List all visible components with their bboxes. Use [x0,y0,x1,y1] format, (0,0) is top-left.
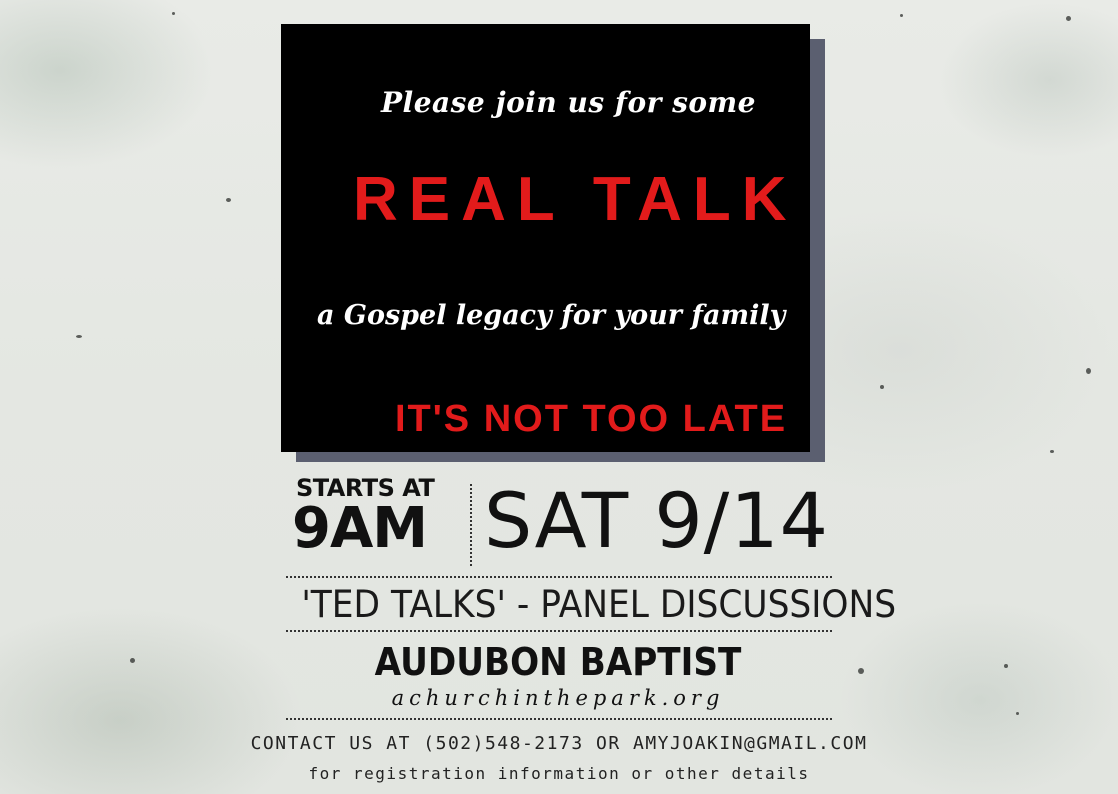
website-link[interactable]: achurchinthepark.org [282,686,834,710]
ink-speck [1050,450,1054,453]
ink-speck [1066,16,1071,21]
ink-speck [1004,664,1008,668]
ink-speck [900,14,903,17]
ink-speck [858,668,864,674]
headline-card: Please join us for some REAL TALK a Gosp… [281,24,810,452]
contact-note: for registration information or other de… [308,764,810,783]
ink-speck [1016,712,1019,715]
tagline: a Gospel legacy for your family [317,300,786,331]
venue-name: AUDUBON BAPTIST [374,640,742,684]
time-date-divider [470,484,472,566]
ink-speck [76,335,82,338]
contact-line: CONTACT US AT (502)548-2173 OR AMYJOAKIN… [250,733,868,754]
dotted-divider [286,630,832,632]
event-date: SAT 9/14 [484,476,829,565]
urgency-line: IT'S NOT TOO LATE [395,398,788,440]
ink-speck [172,12,175,15]
ink-speck [1086,368,1091,374]
event-format: 'TED TALKS' - PANEL DISCUSSIONS [301,583,897,626]
ink-speck [226,198,231,202]
invite-line: Please join us for some [381,86,756,119]
dotted-divider [286,576,832,578]
ink-speck [130,658,135,663]
ink-speck [880,385,884,389]
event-title: REAL TALK [353,165,798,234]
dotted-divider [286,718,832,720]
start-time: 9AM [292,496,428,561]
